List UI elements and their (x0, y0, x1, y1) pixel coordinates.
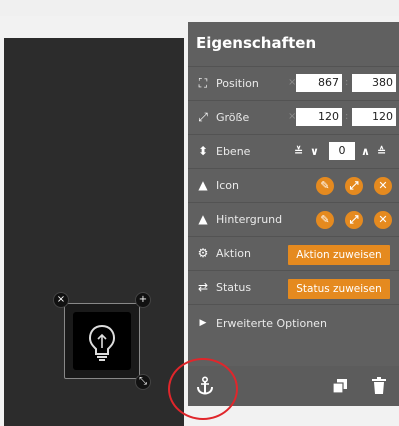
selected-widget[interactable]: × + ⤡ (53, 292, 151, 390)
status-row: ⇄ Status Status zuweisen (188, 270, 399, 305)
size-width-input[interactable]: 120 (296, 108, 342, 126)
icon-label: Icon (216, 179, 239, 192)
position-y-input[interactable]: 380 (352, 74, 396, 92)
copy-icon[interactable] (332, 378, 348, 394)
layer-label: Ebene (216, 145, 251, 158)
top-bar (0, 0, 399, 16)
edit-icon-button[interactable]: ✎ (316, 177, 334, 195)
position-row: ⛶ Position × 867 : 380 (188, 66, 399, 101)
resize-background-button[interactable]: ⤢ (345, 211, 363, 229)
resize-handle[interactable]: ⤡ (135, 374, 151, 390)
layer-input[interactable]: 0 (329, 142, 355, 160)
widget-tile[interactable] (73, 312, 131, 370)
layer-row: ⬍ Ebene ≚ ∨ 0 ∧ ≙ (188, 134, 399, 169)
image-icon: ▲ (198, 178, 208, 192)
action-label: Aktion (216, 247, 251, 260)
properties-panel: Eigenschaften ⛶ Position × 867 : 380 ⤢ G… (188, 22, 399, 406)
background-label: Hintergrund (216, 213, 283, 226)
status-label: Status (216, 281, 252, 294)
gear-icon: ⚙ (197, 246, 209, 260)
layer-up-button[interactable]: ∧ (361, 145, 370, 158)
edit-background-button[interactable]: ✎ (316, 211, 334, 229)
advanced-options-row[interactable]: ▶ Erweiterte Optionen (188, 304, 399, 341)
position-label: Position (216, 77, 259, 90)
action-row: ⚙ Aktion Aktion zuweisen (188, 236, 399, 271)
size-label: Größe (216, 111, 250, 124)
remove-icon-button[interactable]: ✕ (374, 177, 392, 195)
resize-icon: ⤢ (198, 110, 208, 124)
layer-bottom-button[interactable]: ≚ (294, 145, 303, 158)
add-handle[interactable]: + (135, 292, 151, 308)
remove-background-button[interactable]: ✕ (374, 211, 392, 229)
chevron-right-icon: ▶ (199, 318, 207, 328)
widget-frame[interactable] (64, 303, 140, 379)
panel-title: Eigenschaften (196, 34, 317, 52)
image-icon: ▲ (198, 212, 208, 226)
h-separator: : (345, 111, 349, 122)
assign-action-button[interactable]: Aktion zuweisen (288, 245, 390, 265)
resize-icon-button[interactable]: ⤢ (345, 177, 363, 195)
move-icon: ⛶ (198, 76, 208, 90)
advanced-options-label: Erweiterte Optionen (216, 317, 327, 330)
highlight-circle (168, 358, 238, 420)
trash-icon[interactable] (372, 377, 386, 394)
layer-top-button[interactable]: ≙ (377, 145, 386, 158)
background-row: ▲ Hintergrund ✎ ⤢ ✕ (188, 202, 399, 237)
layers-icon: ⬍ (197, 144, 209, 158)
position-x-input[interactable]: 867 (296, 74, 342, 92)
layer-down-button[interactable]: ∨ (310, 145, 319, 158)
remove-handle[interactable]: × (53, 292, 69, 308)
lightbulb-icon (88, 324, 116, 361)
size-row: ⤢ Größe × 120 : 120 (188, 100, 399, 135)
size-height-input[interactable]: 120 (352, 108, 396, 126)
icon-row: ▲ Icon ✎ ⤢ ✕ (188, 168, 399, 203)
swap-icon: ⇄ (197, 280, 209, 294)
y-separator: : (345, 77, 349, 88)
assign-status-button[interactable]: Status zuweisen (288, 279, 390, 299)
